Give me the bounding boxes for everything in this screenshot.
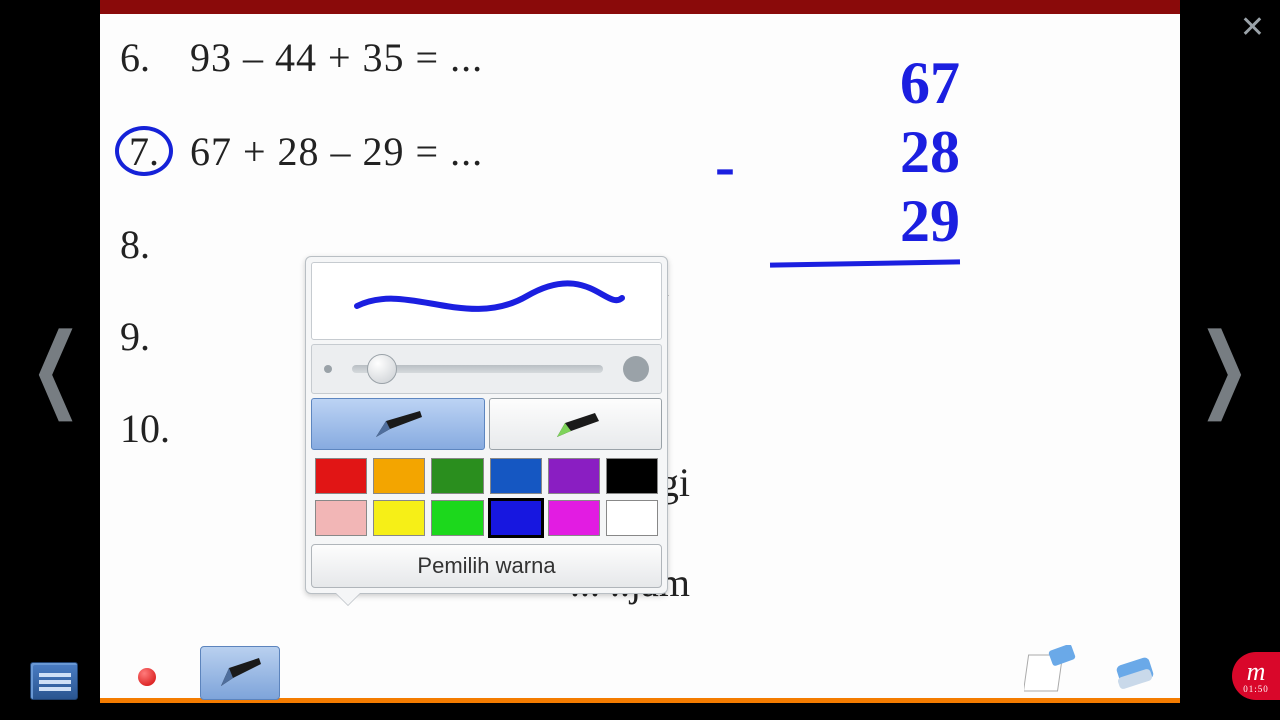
handwritten-work: 67 28 - 29 <box>770 49 960 266</box>
question-7: 7. 67 + 28 – 29 = ... <box>120 126 1170 176</box>
hw-line3-wrap: - 29 <box>770 187 960 256</box>
swatch-blue-bright[interactable] <box>490 500 542 536</box>
eraser-icon <box>1110 651 1160 695</box>
color-picker-button[interactable]: Pemilih warna <box>311 544 662 588</box>
record-indicator-icon[interactable] <box>138 668 156 686</box>
badge-time: 01:50 <box>1243 685 1269 694</box>
thin-dot-icon <box>324 365 332 373</box>
pen-tool-option[interactable] <box>311 398 485 450</box>
hw-minus: - <box>715 132 735 201</box>
thickness-slider[interactable] <box>352 365 603 373</box>
clear-page-button[interactable] <box>1024 645 1080 700</box>
close-icon[interactable]: ✕ <box>1240 10 1265 45</box>
swatch-white[interactable] <box>606 500 658 536</box>
pen-nib-icon <box>215 656 265 690</box>
swatch-purple[interactable] <box>548 458 600 494</box>
tool-row <box>311 398 662 450</box>
stroke-preview <box>311 262 662 340</box>
highlighter-tool-option[interactable] <box>489 398 663 450</box>
q-number: 9. <box>120 313 190 360</box>
next-page-arrow[interactable]: ❯ <box>1198 312 1250 422</box>
eraser-button[interactable] <box>1110 651 1160 700</box>
q-equation: 93 – 44 + 35 = ... <box>190 34 483 81</box>
badge-letter: m <box>1247 659 1266 685</box>
recorder-badge[interactable]: m 01:50 <box>1232 652 1280 700</box>
hw-line3: 29 <box>900 188 960 254</box>
swatch-black[interactable] <box>606 458 658 494</box>
swatch-yellow[interactable] <box>373 500 425 536</box>
q-equation: 67 + 28 – 29 = ... <box>190 128 483 175</box>
highlighter-icon <box>545 407 605 441</box>
swatch-orange[interactable] <box>373 458 425 494</box>
q-number: 10. <box>120 405 190 452</box>
swatch-blue[interactable] <box>490 458 542 494</box>
prev-page-arrow[interactable]: ❮ <box>30 312 82 422</box>
swatch-lime[interactable] <box>431 500 483 536</box>
hw-line2: 28 <box>770 118 960 187</box>
color-swatches <box>311 456 662 538</box>
menu-button[interactable] <box>30 662 78 700</box>
slider-thumb[interactable] <box>367 354 397 384</box>
pen-nib-icon <box>368 407 428 441</box>
swatch-green[interactable] <box>431 458 483 494</box>
page-eraser-icon <box>1024 645 1080 695</box>
whiteboard-page: 6. 93 – 44 + 35 = ... 7. 67 + 28 – 29 = … <box>100 0 1180 700</box>
hw-line1: 67 <box>770 49 960 118</box>
thickness-slider-row <box>311 344 662 394</box>
q-number-circled: 7. <box>115 126 173 176</box>
q-number: 8. <box>120 221 190 268</box>
pen-picker-popup: Pemilih warna <box>305 256 668 594</box>
question-6: 6. 93 – 44 + 35 = ... <box>120 34 1170 81</box>
pen-tool-button[interactable] <box>200 646 280 700</box>
swatch-pink[interactable] <box>315 500 367 536</box>
swatch-magenta[interactable] <box>548 500 600 536</box>
q-number: 6. <box>120 34 190 81</box>
stroke-wave-icon <box>347 276 627 326</box>
swatch-red[interactable] <box>315 458 367 494</box>
thick-dot-icon <box>623 356 649 382</box>
